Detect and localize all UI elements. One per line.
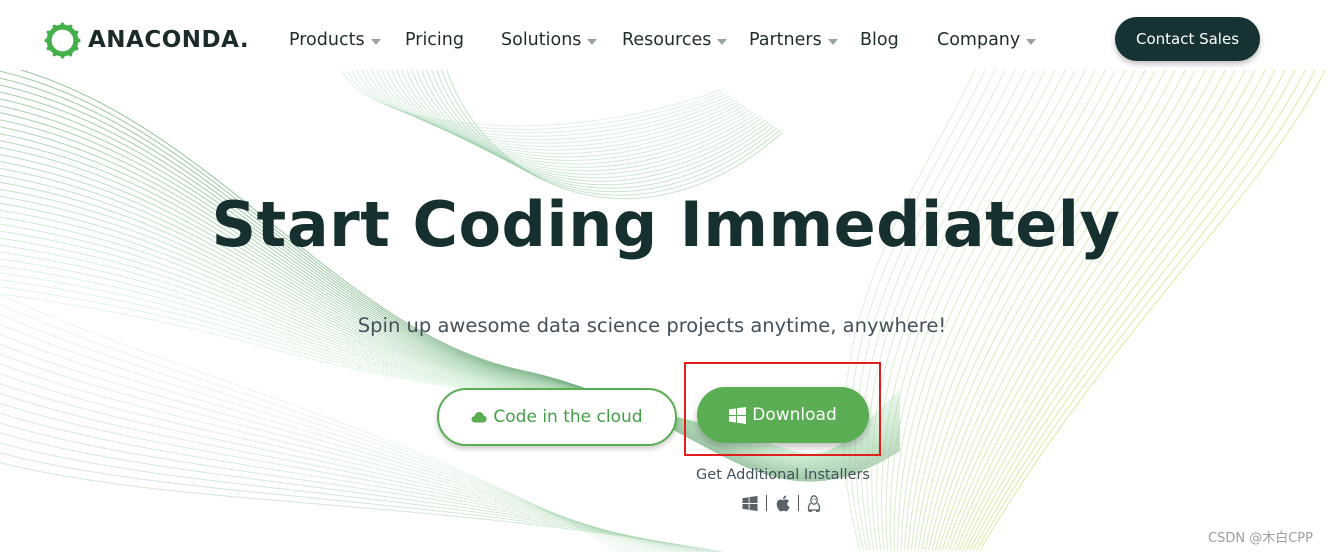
divider — [798, 495, 799, 511]
background-wave-art — [0, 70, 1326, 552]
windows-icon — [729, 406, 747, 424]
nav-products[interactable]: Products — [289, 28, 381, 52]
nav-company-label: Company — [937, 30, 1021, 50]
cloud-icon — [471, 412, 488, 423]
windows-icon — [742, 495, 758, 511]
download-button[interactable]: Download — [697, 387, 869, 443]
additional-installers-link[interactable]: Get Additional Installers — [683, 467, 883, 483]
contact-sales-button[interactable]: Contact Sales — [1115, 17, 1260, 61]
nav-pricing[interactable]: Pricing — [405, 28, 464, 52]
chevron-down-icon — [827, 38, 838, 45]
anaconda-logo[interactable]: ANACONDA. — [44, 22, 249, 59]
nav-partners-label: Partners — [749, 30, 822, 50]
apple-icon — [776, 495, 790, 511]
nav-blog[interactable]: Blog — [860, 28, 899, 52]
divider — [766, 495, 767, 511]
hero-title: Start Coding Immediately — [211, 188, 1121, 261]
nav-company[interactable]: Company — [937, 28, 1037, 52]
brand-name: ANACONDA. — [88, 27, 250, 53]
macos-installer-link[interactable] — [775, 495, 790, 512]
nav-products-label: Products — [289, 30, 365, 50]
linux-installer-link[interactable] — [807, 494, 821, 512]
os-installer-icons — [742, 493, 821, 513]
csdn-watermark: CSDN @木白CPP — [1208, 531, 1313, 546]
anaconda-logo-icon — [44, 22, 81, 59]
hero-subtitle: Spin up awesome data science projects an… — [357, 314, 947, 337]
download-label: Download — [752, 405, 837, 425]
site-header: ANACONDA. Products Pricing Solutions Res… — [0, 0, 1332, 80]
nav-pricing-label: Pricing — [405, 30, 464, 50]
chevron-down-icon — [1026, 38, 1037, 45]
chevron-down-icon — [717, 38, 728, 45]
linux-icon — [807, 494, 821, 512]
code-in-cloud-button[interactable]: Code in the cloud — [437, 388, 677, 446]
nav-resources[interactable]: Resources — [622, 28, 728, 52]
nav-partners[interactable]: Partners — [749, 28, 838, 52]
nav-resources-label: Resources — [622, 30, 712, 50]
code-in-cloud-label: Code in the cloud — [493, 407, 643, 427]
chevron-down-icon — [587, 38, 598, 45]
windows-installer-link[interactable] — [742, 495, 758, 511]
nav-blog-label: Blog — [860, 30, 899, 50]
nav-solutions[interactable]: Solutions — [501, 28, 598, 52]
chevron-down-icon — [370, 38, 381, 45]
nav-solutions-label: Solutions — [501, 30, 582, 50]
